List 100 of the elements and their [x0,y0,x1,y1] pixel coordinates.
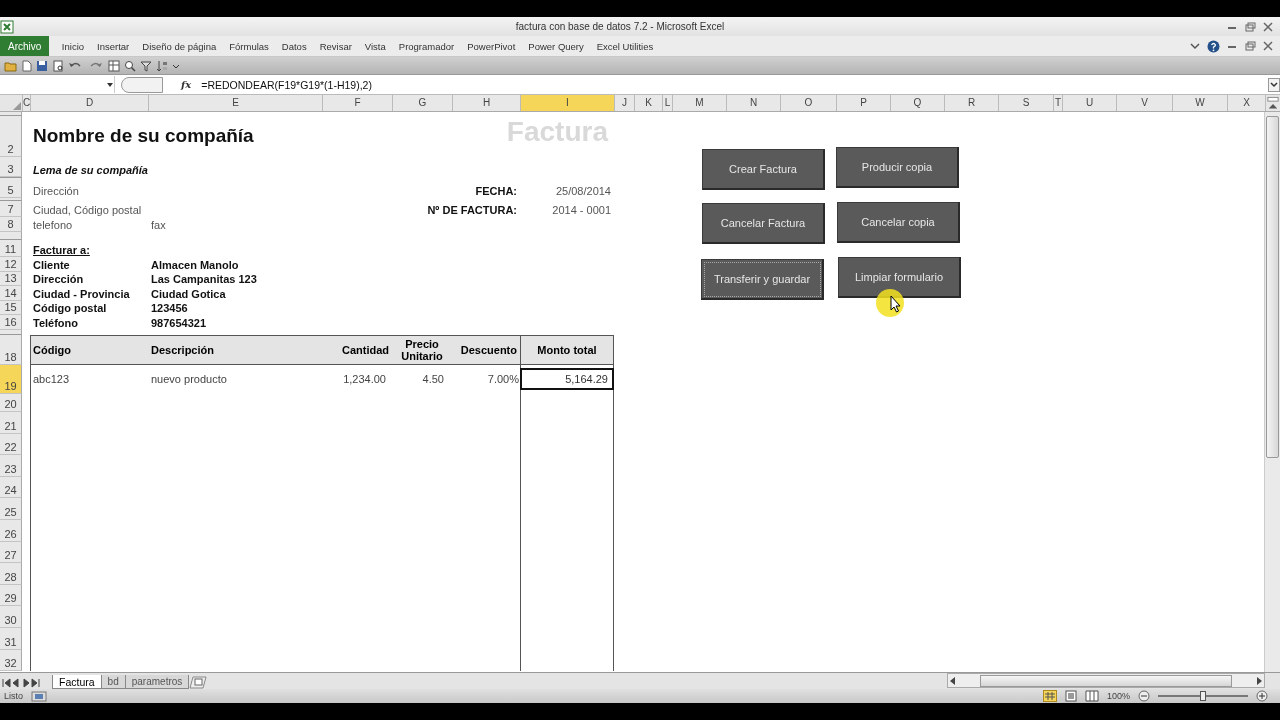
zoom-level[interactable]: 100% [1106,691,1130,701]
formula-field[interactable]: =REDONDEAR(F19*G19*(1-H19),2) [201,78,1268,91]
scrollbar-thumb[interactable] [1266,116,1279,458]
filter-icon[interactable] [140,59,152,72]
column-header[interactable]: L [663,95,673,111]
table-cell-text: 4.50 [421,372,445,386]
row-header[interactable]: 7 [0,201,22,217]
row-header[interactable]: 31 [0,627,22,650]
ribbon-tab[interactable]: Programador [392,40,461,52]
print-preview-icon[interactable] [52,59,64,72]
restore-icon[interactable] [1244,41,1256,51]
company-slogan: Lema de su compañía [32,164,149,177]
ribbon-tab[interactable]: Revisar [313,40,359,52]
row-header[interactable]: 19 [0,364,22,394]
macro-button[interactable]: Limpiar formulario [838,257,961,298]
row-header[interactable]: 11 [0,240,22,257]
table-cell-text: nuevo producto [150,372,228,386]
row-header[interactable]: 29 [0,584,22,607]
sort-icon[interactable] [156,59,168,72]
macro-button[interactable]: Transferir y guardar [701,259,824,300]
row-header[interactable]: 8 [0,217,22,232]
row-header[interactable]: 30 [0,606,22,628]
macro-button[interactable]: Producir copia [836,147,959,188]
selected-cell[interactable]: 5,164.29 [520,368,614,391]
invoice-number-label: Nº DE FACTURA: [426,204,518,217]
company-address: Dirección [32,185,80,198]
invoice-number: 2014 - 0001 [551,204,612,217]
client-field-label: Cliente [32,258,71,272]
macro-button[interactable]: Cancelar copia [837,202,960,243]
hidden-row-marker[interactable] [0,232,22,240]
ribbon-tab[interactable]: Excel Utilities [590,40,660,52]
scroll-left-icon[interactable] [948,675,958,686]
client-field-label: Código postal [32,302,108,316]
row-header[interactable]: 5 [0,178,22,198]
page-layout-icon[interactable] [1064,690,1077,702]
scrollbar-thumb[interactable] [980,674,1232,687]
file-tab[interactable]: Archivo [0,36,50,56]
hidden-row-marker[interactable] [0,177,22,178]
row-header[interactable]: 2 [0,116,22,157]
chevron-down-icon[interactable] [1268,77,1280,92]
sheet-tab[interactable]: parametros [124,675,190,689]
row-header[interactable]: 27 [0,541,22,564]
row-header[interactable]: 21 [0,411,22,434]
client-field-label: Ciudad - Provincia [32,287,131,301]
table-icon[interactable] [108,59,120,72]
sheet-tab[interactable]: bd [100,675,126,689]
row-header[interactable]: 23 [0,455,22,477]
spreadsheet-app-icon[interactable] [0,19,14,34]
hidden-row-marker[interactable] [0,198,22,201]
hidden-row-marker[interactable] [0,329,22,335]
ribbon-tab[interactable]: Inicio [55,40,91,52]
ribbon-tab[interactable]: Vista [358,40,393,52]
zoom-slider-handle[interactable] [1200,691,1206,701]
macro-record-icon[interactable] [31,690,47,702]
page-break-icon[interactable] [1084,690,1099,702]
name-box-resize-handle[interactable] [121,76,163,93]
ribbon-tab[interactable]: Diseño de página [135,40,223,52]
client-field-label: Teléfono [32,316,79,330]
sheet-tab[interactable]: Factura [52,675,102,689]
zoom-in-icon[interactable] [1256,690,1268,702]
ribbon-tab[interactable]: Power Query [521,40,591,52]
ribbon-tab[interactable]: Insertar [90,40,136,52]
chevron-down-icon[interactable] [1189,40,1201,52]
row-header[interactable]: 32 [0,649,22,672]
ribbon-tab[interactable]: Datos [275,40,314,52]
client-field-label: Dirección [32,273,85,287]
scroll-right-icon[interactable] [1254,675,1264,686]
restore-icon[interactable] [1244,21,1256,32]
close-icon[interactable] [1262,41,1274,51]
row-header[interactable]: 24 [0,476,22,499]
row-header[interactable]: 12 [0,257,22,272]
macro-button[interactable]: Cancelar Factura [702,203,825,244]
document-icon[interactable] [21,59,32,72]
magnifier-icon[interactable] [124,59,136,72]
macro-button[interactable]: Crear Factura [702,149,825,190]
split-handle-icon[interactable] [1266,95,1280,111]
normal-view-icon[interactable] [1042,690,1057,702]
close-icon[interactable] [1262,21,1274,32]
row-header[interactable]: 14 [0,286,22,301]
hidden-row-marker[interactable] [0,112,22,116]
company-name: Nombre de su compañía [32,125,255,148]
row-header[interactable]: 16 [0,315,22,330]
row-header[interactable]: 3 [0,157,22,177]
ribbon-tab[interactable]: PowerPivot [460,40,522,52]
ribbon-tab[interactable]: Fórmulas [222,40,276,52]
column-header[interactable]: I [521,95,615,111]
help-icon[interactable] [1207,39,1220,53]
zoom-out-icon[interactable] [1138,690,1150,702]
row-header[interactable]: 28 [0,563,22,585]
client-field-value: 123456 [150,302,189,316]
bill-to-heading: Facturar a: [32,244,91,257]
save-icon[interactable] [36,59,48,72]
row-header[interactable]: 18 [0,334,22,365]
insert-function-button[interactable]: fx [181,79,192,90]
chevron-down-icon[interactable] [106,80,114,89]
row-header[interactable]: 25 [0,498,22,520]
row-header[interactable]: 26 [0,519,22,542]
row-header[interactable]: 22 [0,433,22,456]
insert-sheet-icon[interactable] [188,676,209,689]
folder-icon[interactable] [4,59,17,72]
